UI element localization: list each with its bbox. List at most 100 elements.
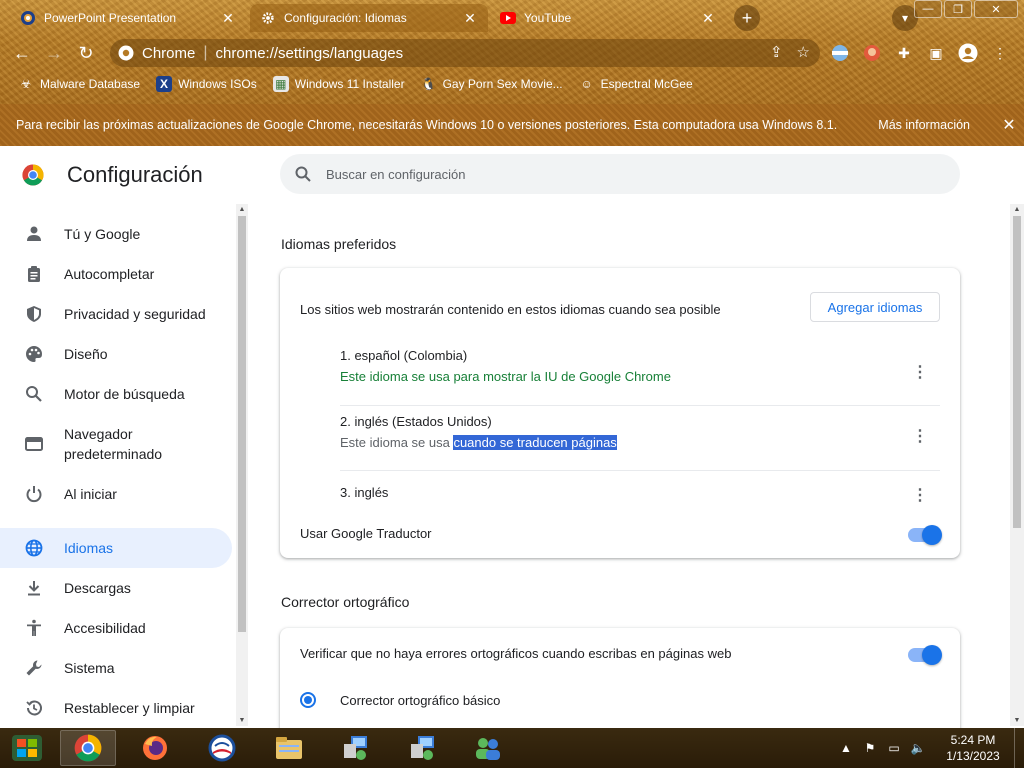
chevron-down-icon: ▾ — [901, 11, 909, 25]
palette-icon — [22, 342, 46, 366]
volume-icon[interactable]: 🔈 — [908, 741, 928, 755]
basic-spellcheck-radio[interactable] — [300, 692, 316, 708]
tab-title: YouTube — [524, 11, 572, 25]
taskbar-users-app[interactable] — [460, 730, 516, 766]
menu-kebab-icon[interactable]: ⋮ — [990, 43, 1010, 63]
close-icon[interactable]: ✕ — [462, 10, 478, 26]
more-options-icon[interactable]: ⋮ — [908, 360, 932, 384]
scrollbar-thumb[interactable] — [238, 216, 246, 632]
obama-logo-icon — [208, 734, 236, 762]
sidebar-item-accessibility[interactable]: Accesibilidad — [0, 608, 232, 648]
scrollbar-thumb[interactable] — [1013, 216, 1021, 528]
new-tab-button[interactable]: + — [734, 5, 760, 31]
language-note: Este idioma se usa cuando se traducen pá… — [340, 435, 940, 450]
spellcheck-card: Verificar que no haya errores ortográfic… — [280, 628, 960, 728]
bookmark-malware-database[interactable]: ☣ Malware Database — [18, 76, 140, 92]
address-bar[interactable]: Chrome | chrome://settings/languages ⇪ ☆ — [110, 39, 820, 67]
sidebar-item-appearance[interactable]: Diseño — [0, 334, 232, 374]
close-icon[interactable]: ✕ — [700, 10, 716, 26]
settings-search[interactable] — [280, 154, 960, 194]
clock[interactable]: 5:24 PM 1/13/2023 — [932, 732, 1014, 764]
folder-icon — [276, 737, 302, 759]
sidebar-item-downloads[interactable]: Descargas — [0, 568, 232, 608]
nav-label: Motor de búsqueda — [64, 386, 185, 402]
side-panel-icon[interactable]: ▣ — [926, 43, 946, 63]
bookmark-espectral-mcgee[interactable]: ☺ Espectral McGee — [579, 76, 692, 92]
scroll-down-arrow-icon[interactable]: ▼ — [1010, 717, 1024, 724]
network-icon[interactable]: ▭ — [884, 741, 904, 755]
spellcheck-title: Corrector ortográfico — [281, 594, 410, 610]
sidebar-item-search-engine[interactable]: Motor de búsqueda — [0, 374, 232, 414]
taskbar-chrome[interactable] — [60, 730, 116, 766]
window-controls: — ❐ ✕ — [912, 0, 1018, 18]
url-text[interactable]: chrome://settings/languages — [216, 45, 404, 62]
toggle-label: Verificar que no haya errores ortográfic… — [300, 646, 732, 661]
clock-date: 1/13/2023 — [946, 749, 1000, 763]
plus-icon: + — [741, 7, 753, 28]
sidebar-scrollbar[interactable]: ▲ ▼ — [236, 204, 248, 726]
taskbar-network-app-2[interactable] — [395, 730, 451, 766]
show-hidden-icons-icon[interactable]: ▲ — [836, 741, 856, 755]
close-icon[interactable]: ✕ — [220, 10, 236, 26]
add-languages-button[interactable]: Agregar idiomas — [810, 292, 940, 322]
site-info-chip[interactable]: Chrome — [118, 45, 195, 62]
language-row: 2. inglés (Estados Unidos) Este idioma s… — [340, 406, 940, 471]
browser-icon — [22, 432, 46, 456]
sidebar-item-you-and-google[interactable]: Tú y Google — [0, 214, 232, 254]
nav-label: Navegador predeterminado — [64, 426, 163, 462]
flag-icon[interactable]: ⚑ — [860, 741, 880, 755]
nav-label: Privacidad y seguridad — [64, 306, 206, 322]
tab-youtube[interactable]: YouTube ✕ — [490, 4, 726, 32]
forward-button[interactable]: → — [38, 37, 70, 69]
search-input[interactable] — [326, 166, 926, 182]
back-button[interactable]: ← — [6, 37, 38, 69]
close-window-button[interactable]: ✕ — [974, 0, 1018, 18]
scroll-down-arrow-icon[interactable]: ▼ — [236, 717, 248, 724]
sidebar-item-reset[interactable]: Restablecer y limpiar — [0, 688, 232, 728]
settings-sidebar: Tú y Google Autocompletar Privacidad y s… — [0, 210, 236, 728]
puzzle-icon[interactable]: ✚ — [894, 43, 914, 63]
minimize-button[interactable]: — — [914, 0, 942, 18]
taskbar-file-explorer[interactable] — [261, 730, 317, 766]
radio-label: Corrector ortográfico básico — [340, 693, 501, 708]
tab-settings[interactable]: Configuración: Idiomas ✕ — [250, 4, 488, 32]
bookmark-windows-11-installer[interactable]: ▦ Windows 11 Installer — [272, 76, 405, 92]
scroll-up-arrow-icon[interactable]: ▲ — [236, 206, 248, 213]
more-info-link[interactable]: Más información — [878, 118, 970, 132]
reload-button[interactable]: ↻ — [70, 37, 102, 69]
sidebar-item-system[interactable]: Sistema — [0, 648, 232, 688]
bookmark-windows-isos[interactable]: X Windows ISOs — [156, 76, 257, 92]
close-icon: ✕ — [991, 3, 1001, 16]
sidebar-item-default-browser[interactable]: Navegador predeterminado — [0, 414, 232, 474]
language-note: Este idioma se usa para mostrar la IU de… — [340, 369, 671, 384]
avatar-extension-icon[interactable] — [862, 43, 882, 63]
tab-powerpoint[interactable]: PowerPoint Presentation ✕ — [10, 4, 246, 32]
sidebar-item-autofill[interactable]: Autocompletar — [0, 254, 232, 294]
sidebar-item-privacy[interactable]: Privacidad y seguridad — [0, 294, 232, 334]
minimize-icon: — — [922, 3, 934, 15]
star-icon[interactable]: ☆ — [797, 43, 810, 61]
scroll-up-arrow-icon[interactable]: ▲ — [1010, 206, 1024, 213]
profile-icon[interactable] — [958, 43, 978, 63]
main-scrollbar[interactable]: ▲ ▼ — [1010, 204, 1024, 726]
sidebar-item-on-startup[interactable]: Al iniciar — [0, 474, 232, 514]
restore-button[interactable]: ❐ — [944, 0, 972, 18]
nav-label: Autocompletar — [64, 266, 155, 282]
taskbar-network-app[interactable] — [328, 730, 384, 766]
share-icon[interactable]: ⇪ — [770, 43, 783, 61]
taskbar-firefox[interactable] — [127, 730, 183, 766]
language-name: 1. español (Colombia) — [340, 348, 468, 363]
show-desktop-button[interactable] — [1014, 728, 1024, 768]
close-icon[interactable]: ✕ — [994, 115, 1024, 135]
note-text: Este idioma se usa — [340, 435, 454, 450]
flag-extension-icon[interactable] — [830, 43, 850, 63]
arrow-right-icon: → — [45, 42, 63, 63]
sidebar-item-languages[interactable]: Idiomas — [0, 528, 232, 568]
taskbar-obama-logo[interactable] — [194, 730, 250, 766]
start-button[interactable] — [4, 730, 50, 766]
more-options-icon[interactable]: ⋮ — [908, 483, 932, 507]
more-options-icon[interactable]: ⋮ — [908, 424, 932, 448]
google-translate-toggle[interactable] — [908, 525, 942, 545]
spellcheck-toggle[interactable] — [908, 645, 942, 665]
bookmark-movie-site[interactable]: 🐧 Gay Porn Sex Movie... — [421, 76, 563, 92]
